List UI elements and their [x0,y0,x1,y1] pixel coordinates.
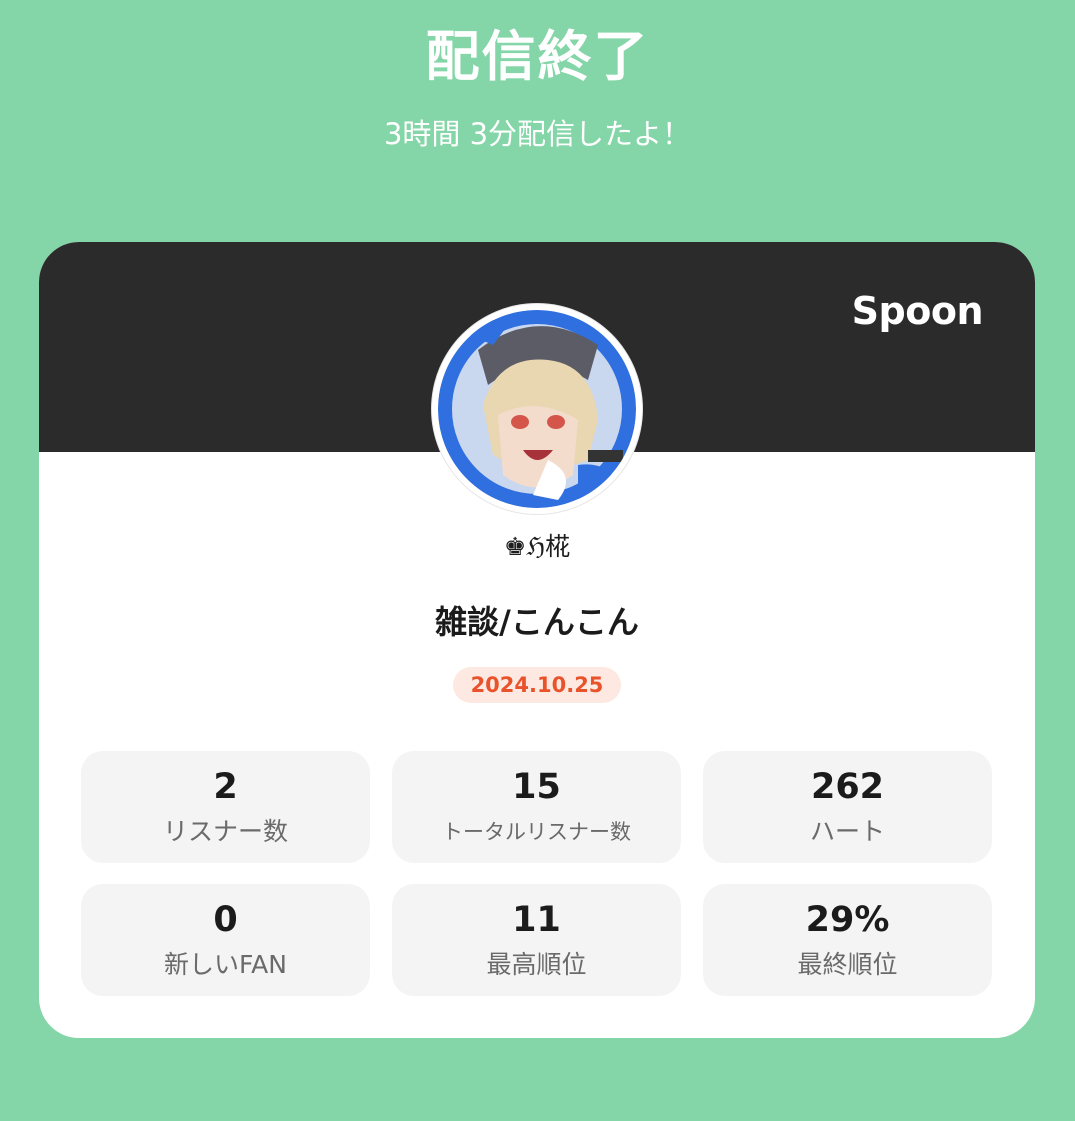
stat-label: リスナー数 [162,817,288,846]
stat-label: 最終順位 [797,950,898,979]
stat-new-fans: 0 新しいFAN [81,884,370,996]
page-title: 配信終了 [425,25,650,88]
stats-grid: 2 リスナー数 15 トータルリスナー数 262 ハート 0 新しいFAN 11… [81,751,993,996]
stat-label: 新しいFAN [164,950,287,979]
stat-value: 11 [512,900,561,940]
stat-value: 2 [213,767,238,807]
stat-value: 262 [810,767,885,807]
stat-label: 最高順位 [486,950,587,979]
stat-label: トータルリスナー数 [442,820,631,844]
broadcast-duration: 3時間 3分配信したよ！ [383,117,692,151]
stat-value: 29% [805,900,890,940]
stat-label: ハート [809,817,885,846]
stat-hearts: 262 ハート [703,751,992,863]
stat-final-rank: 29% 最終順位 [703,884,992,996]
host-name: ♚ℌ椛 [503,532,571,561]
spoon-logo: Spoon [851,289,984,333]
live-title: 雑談/こんこん [435,603,639,641]
broadcast-summary-card: Spoon ♚ℌ椛 雑談/こんこん 2024.10.25 2 リスナー数 15 … [39,242,1035,1038]
stat-total-listeners: 15 トータルリスナー数 [392,751,681,863]
broadcast-date-badge: 2024.10.25 [452,667,622,703]
stat-listeners: 2 リスナー数 [81,751,370,863]
stat-highest-rank: 11 最高順位 [392,884,681,996]
avatar-image [438,310,636,508]
avatar[interactable] [432,304,642,514]
stat-value: 0 [213,900,238,940]
stat-value: 15 [512,767,561,807]
